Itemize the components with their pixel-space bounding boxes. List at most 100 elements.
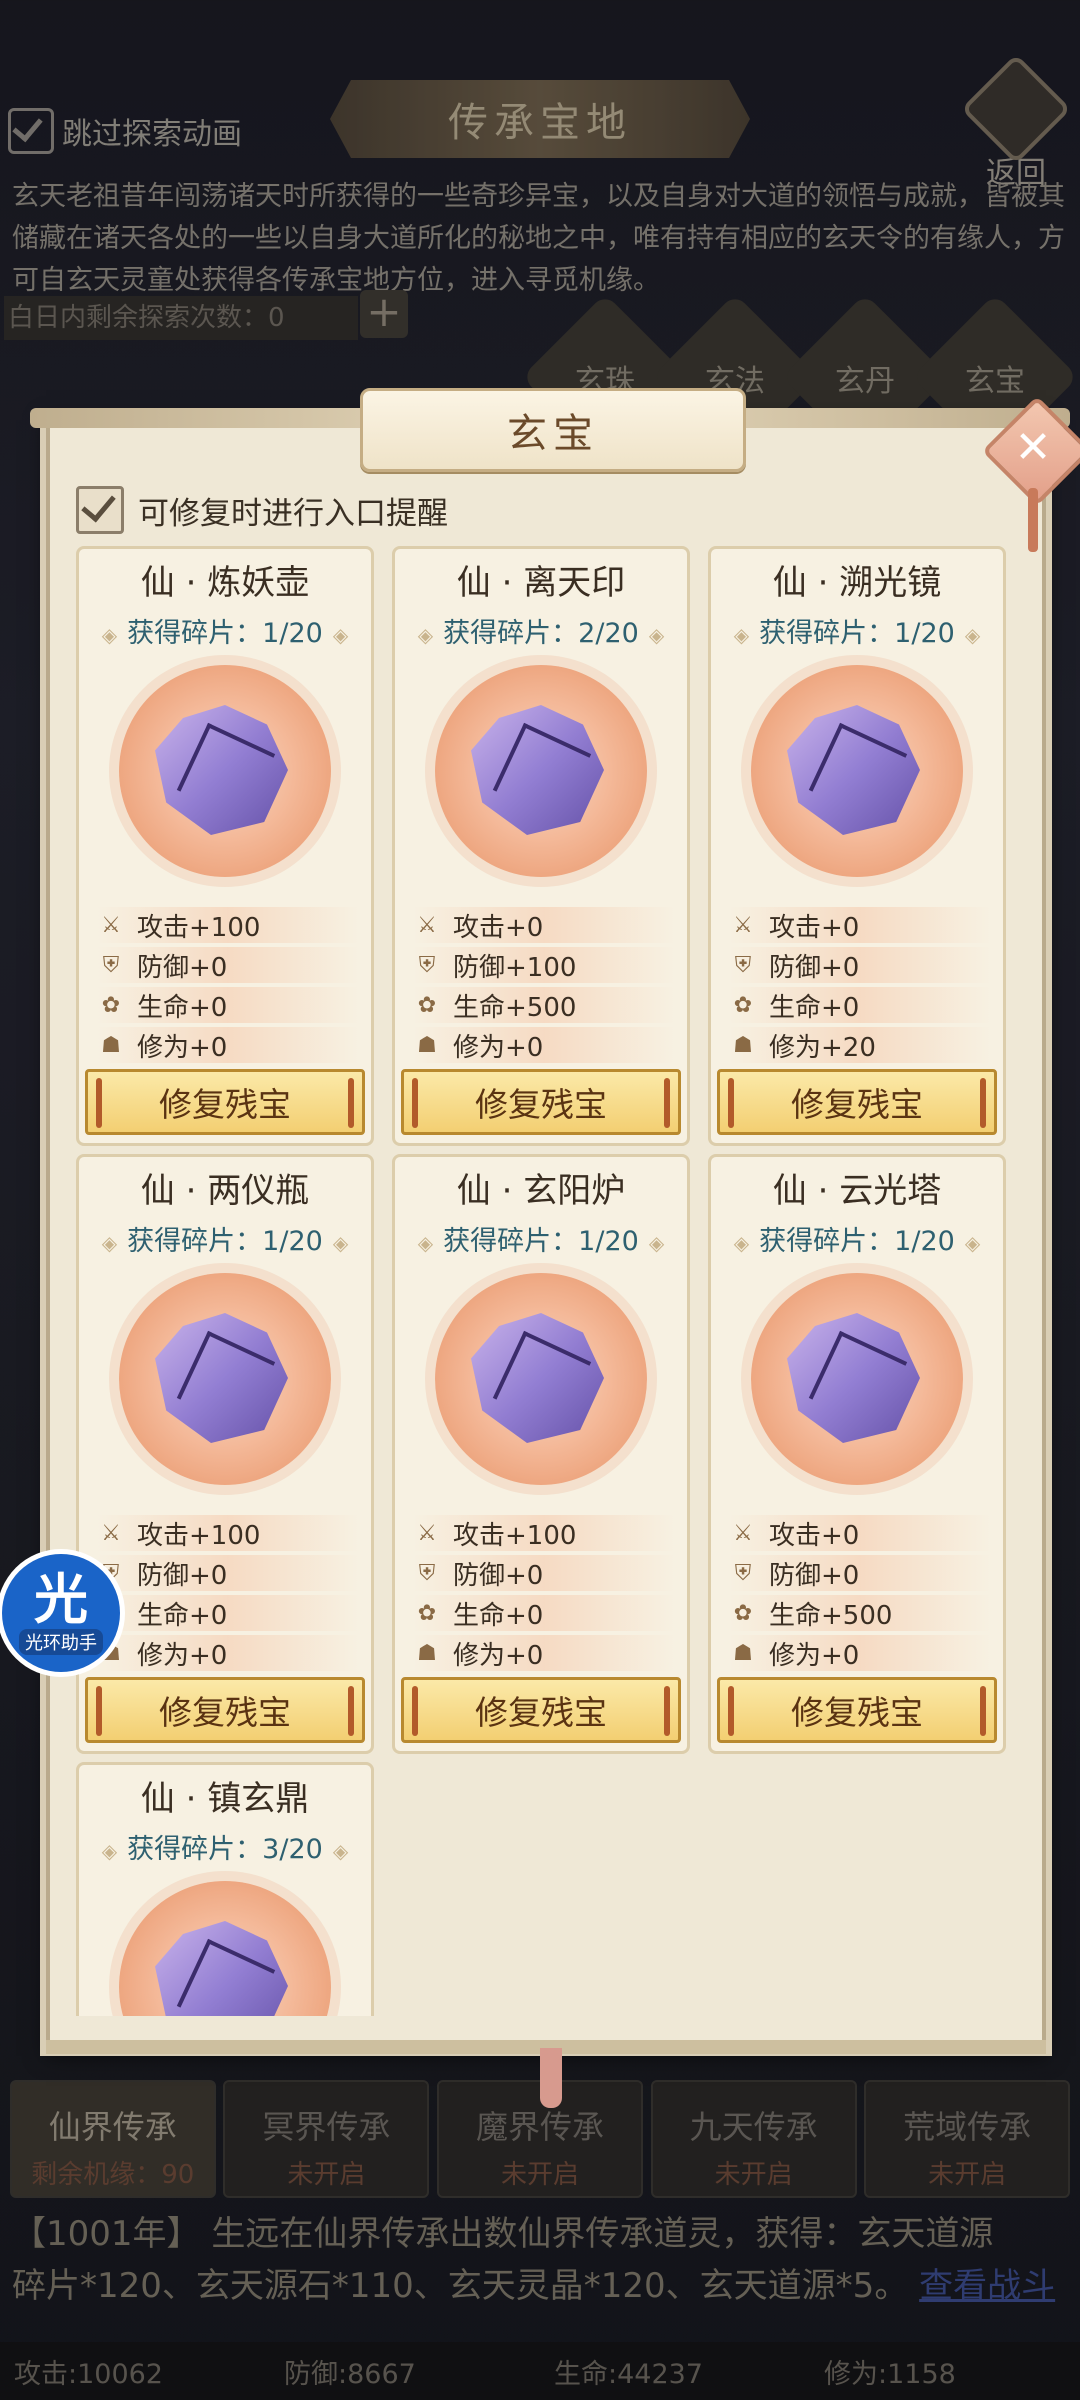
hp-icon: ✿ bbox=[101, 992, 121, 1018]
repair-button[interactable]: 修复残宝 bbox=[401, 1677, 681, 1743]
modal-title: 玄宝 bbox=[360, 388, 746, 472]
floating-helper-button[interactable]: 光 光环助手 bbox=[2, 1554, 120, 1672]
defense-icon: ⛨ bbox=[418, 952, 436, 978]
stat-cultivation: 修为+0 bbox=[137, 1640, 228, 1671]
hp-icon: ✿ bbox=[733, 1600, 753, 1626]
stat-defense: 防御+100 bbox=[453, 952, 577, 983]
attack-icon: ⚔ bbox=[733, 912, 753, 938]
repair-button[interactable]: 修复残宝 bbox=[717, 1069, 997, 1135]
stat-row: ☗ 修为+20 bbox=[729, 1027, 991, 1063]
treasure-name: 仙 · 云光塔 bbox=[772, 1171, 942, 1211]
stat-hp: 生命+500 bbox=[453, 992, 577, 1023]
cultivation-icon: ☗ bbox=[733, 1032, 753, 1058]
stat-row: ✿生命+0 bbox=[97, 987, 359, 1023]
treasure-name: 仙 · 离天印 bbox=[456, 563, 626, 603]
stat-cultivation: 修为+0 bbox=[137, 1032, 228, 1063]
fragment-count: 获得碎片：1/20 bbox=[79, 1219, 371, 1258]
remind-label: 可修复时进行入口提醒 bbox=[138, 495, 448, 532]
close-button[interactable]: ✕ bbox=[998, 412, 1068, 482]
cultivation-icon: ☗ bbox=[417, 1640, 437, 1666]
cultivation-icon: ☗ bbox=[417, 1032, 437, 1058]
stat-attack: 攻击+0 bbox=[453, 912, 544, 943]
stat-row: ✿ 生命+500 bbox=[413, 987, 675, 1023]
stat-cultivation: 修为+0 bbox=[453, 1032, 544, 1063]
treasure-card: 仙 · 离天印 获得碎片：2/20 ⚔攻击+0 ⛨防御+100 ✿生命+500 … bbox=[392, 546, 690, 1146]
stat-attack: 攻击+100 bbox=[453, 1520, 577, 1551]
treasure-modal: 玄宝 ✕ 可修复时进行入口提醒 仙 · 炼妖壶 获得碎片：1/20 ⚔ 攻击+10… bbox=[30, 388, 1080, 2108]
cultivation-icon: ☗ bbox=[733, 1640, 753, 1666]
stat-defense: 防御+0 bbox=[769, 952, 860, 983]
repair-button[interactable]: 修复残宝 bbox=[401, 1069, 681, 1135]
stat-row: ✿ 生命+500 bbox=[729, 1595, 991, 1631]
stat-cultivation: 修为+20 bbox=[769, 1032, 876, 1063]
fragment-count: 获得碎片：1/20 bbox=[711, 611, 1003, 650]
stat-row: ☗ 修为+0 bbox=[413, 1635, 675, 1671]
defense-icon: ⛨ bbox=[734, 952, 752, 978]
attack-icon: ⚔ bbox=[417, 1520, 437, 1546]
treasure-card: 仙 · 云光塔 获得碎片：1/20 ⚔ 攻击+0 ⛨ 防御+0 ✿ 生命+500 ☗ 修… bbox=[708, 1154, 1006, 1754]
stat-defense: 防御+0 bbox=[137, 1560, 228, 1591]
stat-attack: 攻击+100 bbox=[137, 1520, 261, 1551]
cultivation-icon: ☗ bbox=[101, 1032, 121, 1058]
checkbox-icon bbox=[76, 486, 124, 534]
repair-button[interactable]: 修复残宝 bbox=[717, 1677, 997, 1743]
stat-row: ⛨ 防御+0 bbox=[97, 947, 359, 983]
stat-row: ✿ 生命+0 bbox=[729, 987, 991, 1023]
stat-row: ✿生命+0 bbox=[413, 1595, 675, 1631]
stat-defense: 防御+0 bbox=[769, 1560, 860, 1591]
repair-button[interactable]: 修复残宝 bbox=[85, 1677, 365, 1743]
treasure-name: 仙 · 溯光镜 bbox=[772, 563, 942, 603]
treasure-name: 仙 · 玄阳炉 bbox=[456, 1171, 626, 1211]
treasure-card: 仙 · 溯光镜 获得碎片：1/20 ⚔ 攻击+0 ⛨ 防御+0 ✿ 生命+0 ☗ 修为+… bbox=[708, 546, 1006, 1146]
helper-label: 光环助手 bbox=[19, 1629, 103, 1655]
stat-cultivation: 修为+0 bbox=[453, 1640, 544, 1671]
stat-row: ☗ 修为+0 bbox=[97, 1027, 359, 1063]
stat-hp: 生命+0 bbox=[453, 1600, 544, 1631]
stat-row: ⛨ 防御+0 bbox=[97, 1555, 359, 1591]
stat-row: ⚔ 攻击+0 bbox=[729, 907, 991, 943]
treasure-card: 仙 · 炼妖壶 获得碎片：1/20 ⚔ 攻击+100 ⛨ 防御+0 ✿ 生命+0 ☗ 修… bbox=[76, 546, 374, 1146]
fragment-count: 获得碎片：1/20 bbox=[79, 611, 371, 650]
defense-icon: ⛨ bbox=[734, 1560, 752, 1586]
stat-row: ⚔ 攻击+100 bbox=[97, 1515, 359, 1551]
stat-row: ✿生命+0 bbox=[97, 1595, 359, 1631]
stat-row: ⚔ 攻击+0 bbox=[413, 907, 675, 943]
remind-toggle[interactable]: 可修复时进行入口提醒 bbox=[76, 486, 448, 534]
stat-attack: 攻击+0 bbox=[769, 1520, 860, 1551]
treasure-name: 仙 · 炼妖壶 bbox=[140, 563, 310, 603]
stat-row: ☗ 修为+0 bbox=[729, 1635, 991, 1671]
hp-icon: ✿ bbox=[417, 992, 437, 1018]
treasure-card: 仙 · 镇玄鼎 获得碎片：3/20 bbox=[76, 1762, 374, 2016]
treasure-image bbox=[435, 665, 647, 877]
treasure-name: 仙 · 两仪瓶 bbox=[140, 1171, 310, 1211]
repair-button[interactable]: 修复残宝 bbox=[85, 1069, 365, 1135]
treasure-image bbox=[435, 1273, 647, 1485]
helper-icon: 光 bbox=[34, 1568, 88, 1631]
stat-row: ☗ 修为+0 bbox=[413, 1027, 675, 1063]
fragment-count: 获得碎片：3/20 bbox=[79, 1827, 371, 1866]
treasure-image bbox=[119, 1273, 331, 1485]
stat-hp: 生命+0 bbox=[137, 1600, 228, 1631]
defense-icon: ⛨ bbox=[418, 1560, 436, 1586]
fragment-count: 获得碎片：1/20 bbox=[711, 1219, 1003, 1258]
stat-attack: 攻击+100 bbox=[137, 912, 261, 943]
pendant-decoration bbox=[540, 2048, 562, 2108]
hp-icon: ✿ bbox=[733, 992, 753, 1018]
stat-row: ⚔ 攻击+100 bbox=[413, 1515, 675, 1551]
treasure-image bbox=[119, 665, 331, 877]
attack-icon: ⚔ bbox=[733, 1520, 753, 1546]
treasure-card: 仙 · 两仪瓶 获得碎片：1/20 ⚔ 攻击+100 ⛨防御+0 ✿生命+0 ☗修… bbox=[76, 1154, 374, 1754]
defense-icon: ⛨ bbox=[102, 952, 120, 978]
fragment-count: 获得碎片：2/20 bbox=[395, 611, 687, 650]
stat-hp: 生命+500 bbox=[769, 1600, 893, 1631]
stat-cultivation: 修为+0 bbox=[769, 1640, 860, 1671]
stat-attack: 攻击+0 bbox=[769, 912, 860, 943]
stat-row: ⛨ 防御+0 bbox=[413, 1555, 675, 1591]
treasure-name: 仙 · 镇玄鼎 bbox=[140, 1779, 310, 1819]
stat-row: ⛨ 防御+0 bbox=[729, 947, 991, 983]
stat-row: ☗ 修为+0 bbox=[97, 1635, 359, 1671]
treasure-image bbox=[751, 1273, 963, 1485]
stat-row: ⚔ 攻击+0 bbox=[729, 1515, 991, 1551]
stat-hp: 生命+0 bbox=[769, 992, 860, 1023]
treasure-image bbox=[119, 1881, 331, 2016]
